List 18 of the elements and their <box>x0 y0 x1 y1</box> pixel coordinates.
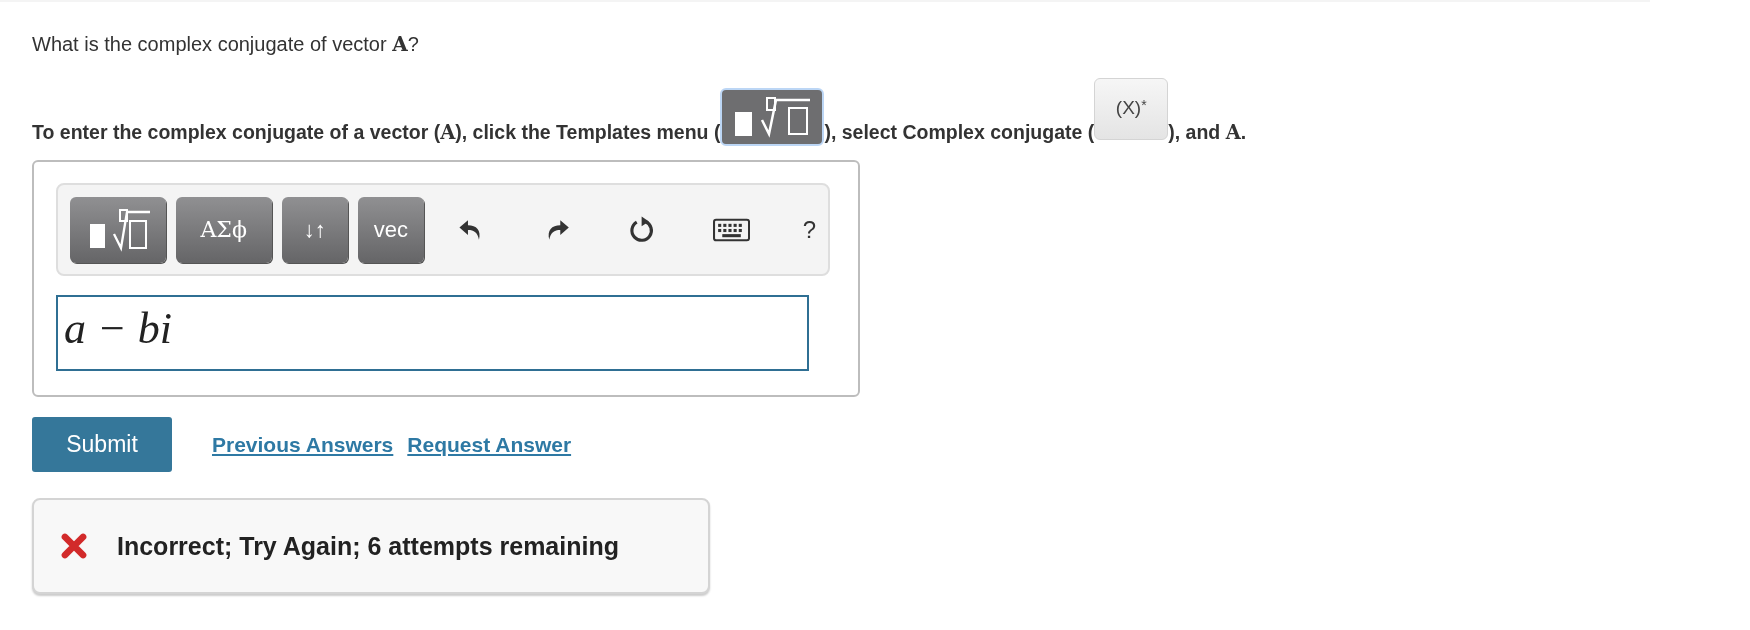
answer-link[interactable]: Previous Answers <box>212 432 394 457</box>
templates-button[interactable] <box>70 196 166 263</box>
instruction-text: ), and A. <box>1168 121 1247 146</box>
help-button[interactable]: ? <box>802 215 816 244</box>
keyboard-icon[interactable] <box>712 217 750 242</box>
toolbar-button[interactable]: vec <box>357 196 424 263</box>
feedback-text: Incorrect; Try Again; 6 attempts remaining <box>117 531 619 561</box>
answer-field[interactable]: a − bi <box>56 295 809 371</box>
cross-icon <box>61 533 87 559</box>
instruction-text: To enter the complex conjugate of a vector (A), click the Templates menu ( <box>32 121 721 146</box>
toolbar-button[interactable]: ΑΣϕ <box>175 196 272 263</box>
templates-icon <box>720 88 825 146</box>
answer-link[interactable]: Request Answer <box>407 432 572 457</box>
complex-conjugate-icon: (X)$^{*}$ <box>1094 78 1169 140</box>
question-text: What is the complex conjugate of vector A? <box>32 32 420 56</box>
submit-button[interactable]: Submit <box>32 417 172 472</box>
instruction-text: ), select Complex conjugate ( <box>824 121 1095 145</box>
toolbar-button[interactable]: ↓↑ <box>281 196 348 263</box>
